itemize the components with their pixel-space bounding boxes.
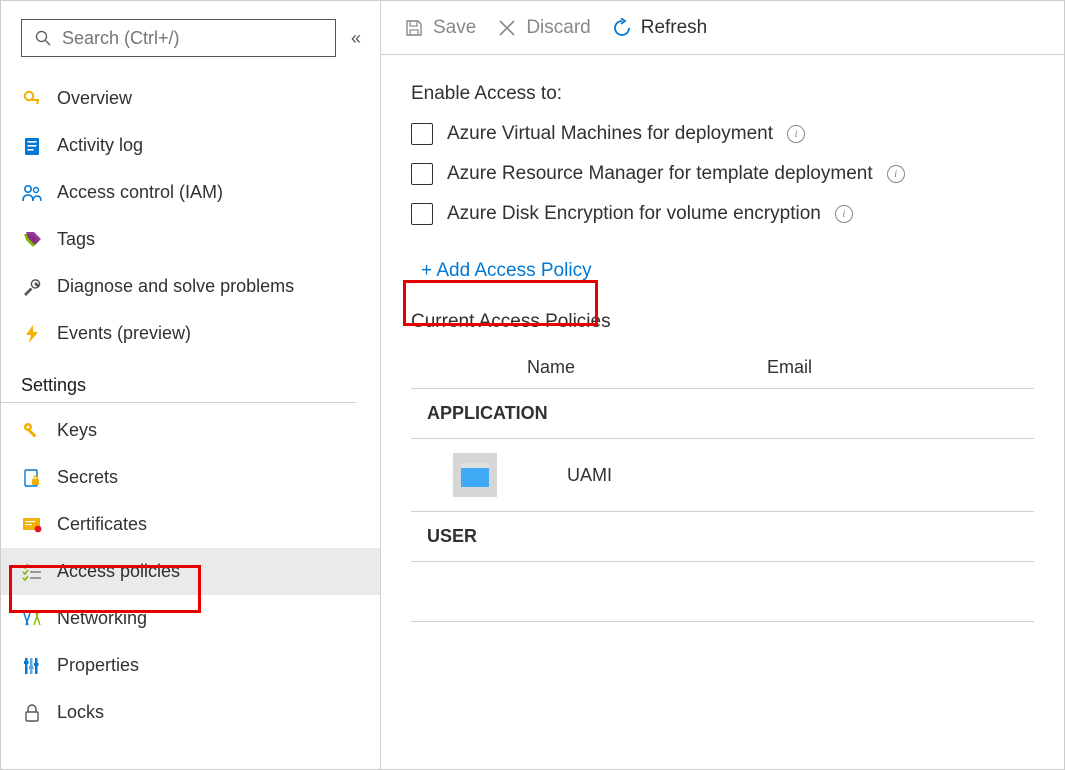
secrets-icon xyxy=(21,467,43,489)
wrench-icon xyxy=(21,276,43,298)
people-icon xyxy=(21,182,43,204)
application-icon xyxy=(453,453,497,497)
table-header: Name Email xyxy=(411,347,1034,389)
checkbox-label: Azure Resource Manager for template depl… xyxy=(447,163,873,185)
sidebar-item-networking[interactable]: Networking xyxy=(1,595,380,642)
checkbox-vm-deployment: Azure Virtual Machines for deployment i xyxy=(411,123,1034,145)
sidebar-item-certificates[interactable]: Certificates xyxy=(1,501,380,548)
section-application: APPLICATION xyxy=(411,389,1034,439)
settings-list: Keys Secrets Certificates Access policie… xyxy=(1,407,380,736)
networking-icon xyxy=(21,608,43,630)
checkbox-input[interactable] xyxy=(411,123,433,145)
info-icon[interactable]: i xyxy=(887,165,905,183)
sidebar-item-label: Locks xyxy=(57,702,104,723)
sidebar-item-access-policies[interactable]: Access policies xyxy=(1,548,380,595)
row-name: UAMI xyxy=(521,465,612,486)
sidebar-item-label: Access policies xyxy=(57,561,180,582)
current-policies-label: Current Access Policies xyxy=(411,311,1034,333)
sidebar-item-events[interactable]: Events (preview) xyxy=(1,310,380,357)
section-user: USER xyxy=(411,512,1034,562)
table-row[interactable]: UAMI xyxy=(411,439,1034,512)
sidebar-item-label: Tags xyxy=(57,229,95,250)
sidebar-item-overview[interactable]: Overview xyxy=(1,75,380,122)
key-vault-icon xyxy=(21,88,43,110)
lightning-icon xyxy=(21,323,43,345)
discard-icon xyxy=(496,17,518,39)
enable-access-label: Enable Access to: xyxy=(411,83,1034,105)
sidebar-item-properties[interactable]: Properties xyxy=(1,642,380,689)
policies-table: Name Email APPLICATION UAMI USER xyxy=(411,347,1034,622)
discard-button[interactable]: Discard xyxy=(496,17,590,39)
column-email: Email xyxy=(767,357,1018,378)
sidebar-item-locks[interactable]: Locks xyxy=(1,689,380,736)
properties-icon xyxy=(21,655,43,677)
save-label: Save xyxy=(433,17,476,39)
sidebar-item-label: Properties xyxy=(57,655,139,676)
chevron-double-left-icon: « xyxy=(351,28,361,49)
refresh-label: Refresh xyxy=(641,17,708,39)
sidebar-item-label: Diagnose and solve problems xyxy=(57,276,294,297)
tags-icon xyxy=(21,229,43,251)
sidebar-item-access-control[interactable]: Access control (IAM) xyxy=(1,169,380,216)
checkbox-label: Azure Disk Encryption for volume encrypt… xyxy=(447,203,821,225)
add-access-policy-link[interactable]: + Add Access Policy xyxy=(411,255,602,287)
save-button[interactable]: Save xyxy=(403,17,476,39)
main-panel: Save Discard Refresh Enable Access to: A… xyxy=(381,1,1064,769)
activity-log-icon xyxy=(21,135,43,157)
sidebar-item-label: Secrets xyxy=(57,467,118,488)
column-name: Name xyxy=(427,357,767,378)
info-icon[interactable]: i xyxy=(835,205,853,223)
certificate-icon xyxy=(21,514,43,536)
content: Enable Access to: Azure Virtual Machines… xyxy=(381,55,1064,642)
search-box[interactable] xyxy=(21,19,336,57)
sidebar-item-label: Overview xyxy=(57,88,132,109)
info-icon[interactable]: i xyxy=(787,125,805,143)
lock-icon xyxy=(21,702,43,724)
checkbox-label: Azure Virtual Machines for deployment xyxy=(447,123,773,145)
sidebar-item-label: Certificates xyxy=(57,514,147,535)
sidebar-item-label: Keys xyxy=(57,420,97,441)
refresh-icon xyxy=(611,17,633,39)
refresh-button[interactable]: Refresh xyxy=(611,17,708,39)
sidebar-item-tags[interactable]: Tags xyxy=(1,216,380,263)
nav-list: Overview Activity log Access control (IA… xyxy=(1,75,380,357)
list-check-icon xyxy=(21,561,43,583)
sidebar-item-activity-log[interactable]: Activity log xyxy=(1,122,380,169)
save-icon xyxy=(403,17,425,39)
key-icon xyxy=(21,420,43,442)
toolbar: Save Discard Refresh xyxy=(381,1,1064,55)
sidebar: « Overview Activity log Access control (… xyxy=(1,1,381,769)
checkbox-disk-encryption: Azure Disk Encryption for volume encrypt… xyxy=(411,203,1034,225)
sidebar-item-label: Access control (IAM) xyxy=(57,182,223,203)
sidebar-item-keys[interactable]: Keys xyxy=(1,407,380,454)
checkbox-arm-template: Azure Resource Manager for template depl… xyxy=(411,163,1034,185)
table-row-empty xyxy=(411,562,1034,622)
sidebar-item-label: Networking xyxy=(57,608,147,629)
checkbox-input[interactable] xyxy=(411,203,433,225)
sidebar-item-label: Activity log xyxy=(57,135,143,156)
search-icon xyxy=(32,27,54,49)
collapse-sidebar-button[interactable]: « xyxy=(346,28,366,48)
sidebar-item-label: Events (preview) xyxy=(57,323,191,344)
search-row: « xyxy=(1,19,380,75)
checkbox-input[interactable] xyxy=(411,163,433,185)
sidebar-item-secrets[interactable]: Secrets xyxy=(1,454,380,501)
discard-label: Discard xyxy=(526,17,590,39)
sidebar-item-diagnose[interactable]: Diagnose and solve problems xyxy=(1,263,380,310)
search-input[interactable] xyxy=(62,28,325,49)
sidebar-section-settings: Settings xyxy=(1,357,356,403)
